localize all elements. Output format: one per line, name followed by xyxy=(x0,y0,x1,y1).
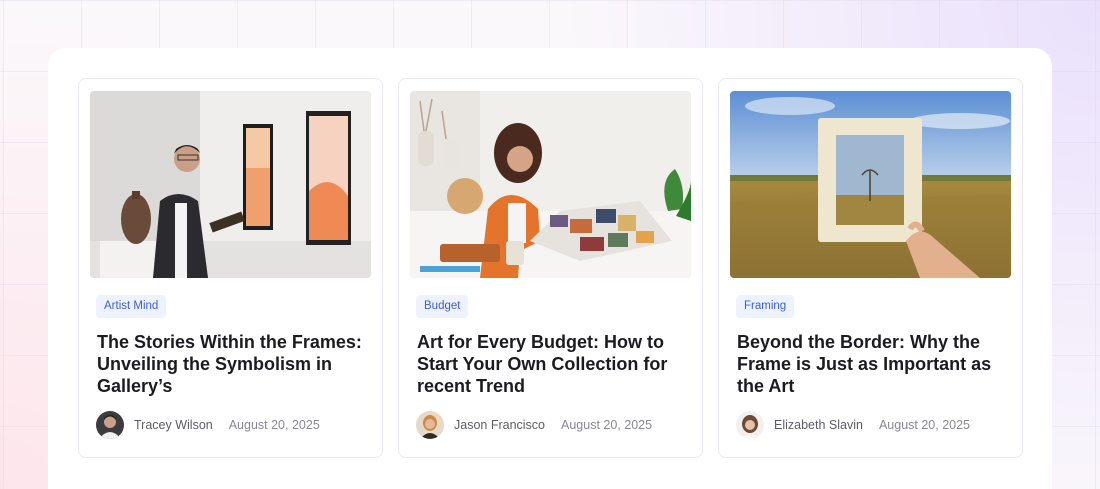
blog-posts-panel: Artist Mind The Stories Within the Frame… xyxy=(48,48,1052,489)
post-date: August 20, 2025 xyxy=(228,418,320,432)
blog-card[interactable]: Artist Mind The Stories Within the Frame… xyxy=(78,78,383,458)
category-tag[interactable]: Artist Mind xyxy=(96,295,167,318)
blog-card[interactable]: Budget Art for Every Budget: How to Star… xyxy=(398,78,703,458)
category-tag[interactable]: Budget xyxy=(416,295,469,318)
post-date: August 20, 2025 xyxy=(561,418,653,432)
author-name[interactable]: Jason Francisco xyxy=(454,418,545,432)
author-avatar xyxy=(736,411,764,439)
post-image[interactable] xyxy=(730,91,1011,278)
post-title[interactable]: Beyond the Border: Why the Frame is Just… xyxy=(737,331,1012,397)
post-title[interactable]: Art for Every Budget: How to Start Your … xyxy=(417,331,692,397)
post-meta: Elizabeth Slavin August 20, 2025 xyxy=(736,411,970,439)
post-image[interactable] xyxy=(90,91,371,278)
blog-card[interactable]: Framing Beyond the Border: Why the Frame… xyxy=(718,78,1023,458)
post-title[interactable]: The Stories Within the Frames: Unveiling… xyxy=(97,331,372,397)
post-date: August 20, 2025 xyxy=(878,418,970,432)
post-image[interactable] xyxy=(410,91,691,278)
category-tag[interactable]: Framing xyxy=(736,295,795,318)
author-name[interactable]: Elizabeth Slavin xyxy=(774,418,863,432)
author-avatar xyxy=(96,411,124,439)
post-meta: Jason Francisco August 20, 2025 xyxy=(416,411,652,439)
post-meta: Tracey Wilson August 20, 2025 xyxy=(96,411,320,439)
author-avatar xyxy=(416,411,444,439)
author-name[interactable]: Tracey Wilson xyxy=(134,418,213,432)
